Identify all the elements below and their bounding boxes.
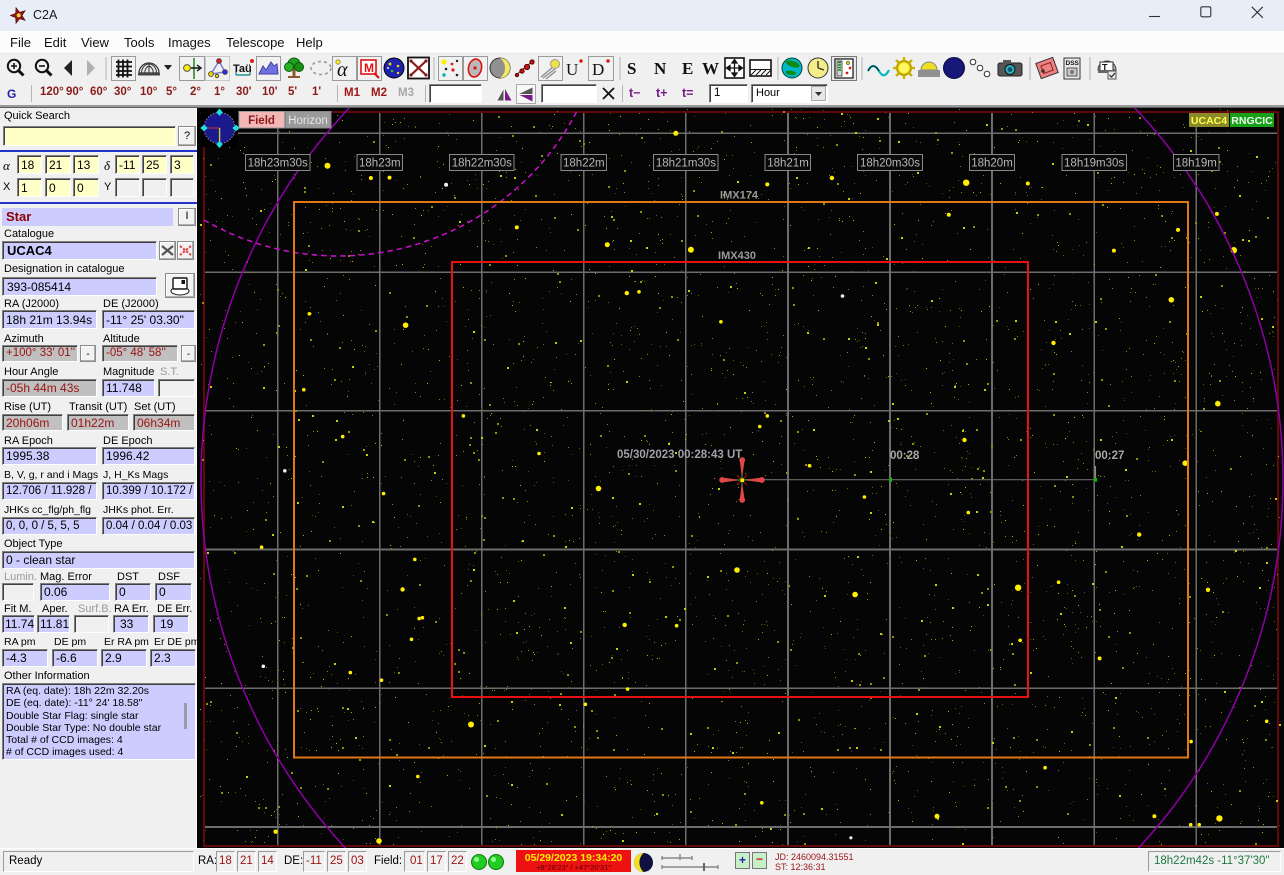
svg-text:18h19m30s: 18h19m30s <box>1064 158 1124 170</box>
svg-text:D: D <box>592 60 604 79</box>
svg-text:RNGCIC: RNGCIC <box>1231 115 1273 127</box>
svg-text:18h20m30s: 18h20m30s <box>860 158 920 170</box>
svg-text:Field: Field <box>248 115 275 127</box>
svg-text:E: E <box>682 59 693 78</box>
svg-text:05/30/2023 00:28:43 UT: 05/30/2023 00:28:43 UT <box>617 449 742 461</box>
svg-text:M: M <box>364 61 374 75</box>
svg-text:18h22m: 18h22m <box>563 158 605 170</box>
svg-text:S: S <box>627 59 636 78</box>
svg-text:IMX174: IMX174 <box>720 190 759 202</box>
svg-text:UCAC4: UCAC4 <box>1191 115 1227 127</box>
svg-text:00:27: 00:27 <box>1095 450 1124 462</box>
svg-text:Horizon: Horizon <box>288 115 328 127</box>
svg-text:18h21m30s: 18h21m30s <box>656 158 716 170</box>
svg-text:U: U <box>566 60 578 79</box>
svg-text:00:28: 00:28 <box>890 450 920 462</box>
svg-text:18h19m: 18h19m <box>1175 158 1217 170</box>
svg-text:18h23m30s: 18h23m30s <box>248 158 308 170</box>
svg-text:DSS: DSS <box>1066 60 1080 67</box>
svg-text:18h20m: 18h20m <box>971 158 1013 170</box>
svg-text:18h22m30s: 18h22m30s <box>452 158 512 170</box>
svg-text:IMX430: IMX430 <box>718 250 756 262</box>
svg-text:18h21m: 18h21m <box>767 158 809 170</box>
svg-text:N: N <box>654 59 667 78</box>
svg-text:18h23m: 18h23m <box>359 158 401 170</box>
svg-text:W: W <box>702 59 719 78</box>
